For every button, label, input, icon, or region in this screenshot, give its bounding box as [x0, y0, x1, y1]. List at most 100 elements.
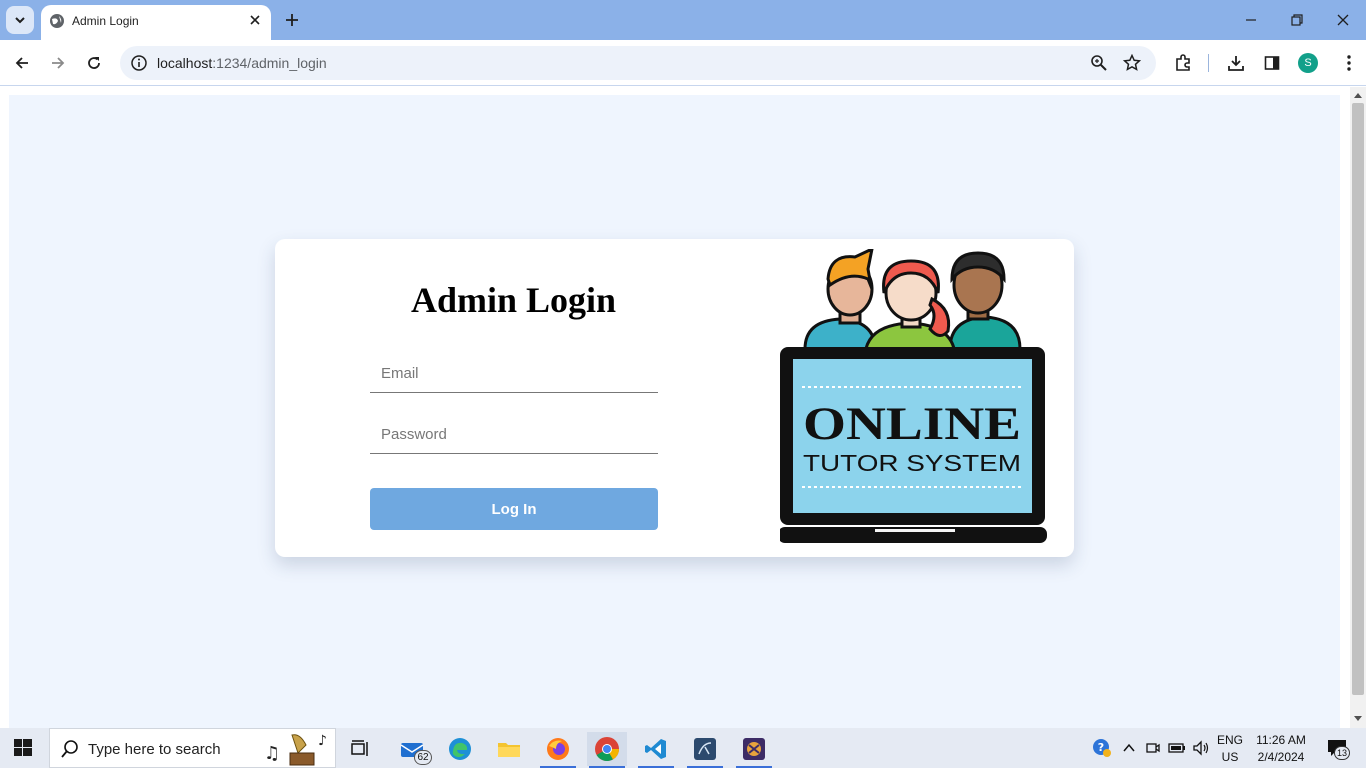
illustration-subtitle: TUTOR SYSTEM [803, 450, 1021, 476]
browser-menu-button[interactable] [1338, 52, 1360, 74]
battery-tray-button[interactable] [1167, 738, 1187, 758]
battery-icon [1168, 743, 1185, 753]
gramophone-icon: ♫ ♪ [264, 733, 327, 766]
globe-icon [50, 14, 64, 28]
search-placeholder: Type here to search [88, 741, 221, 758]
camera-icon [1146, 743, 1160, 753]
mail-badge: 62 [414, 750, 432, 765]
browser-toolbar: localhost:1234/admin_login S [0, 40, 1366, 86]
site-info-icon[interactable] [128, 52, 150, 74]
taskbar-firefox[interactable] [538, 732, 578, 768]
edge-icon [449, 738, 471, 760]
toolbar-divider [1208, 54, 1209, 72]
minimize-button[interactable] [1241, 10, 1261, 30]
search-icon [61, 740, 78, 758]
language-code: ENG [1216, 733, 1243, 747]
student-person-left [803, 249, 877, 351]
bookmark-star-icon[interactable] [1123, 54, 1141, 72]
notification-center-button[interactable]: 13 [1322, 738, 1352, 760]
minimize-icon [1246, 19, 1256, 21]
input-language-button[interactable]: ENG US [1214, 733, 1246, 764]
email-field[interactable] [370, 355, 658, 393]
browser-tab-strip: Admin Login [0, 0, 1366, 40]
chevron-up-icon [1123, 743, 1135, 752]
windows-taskbar: Type here to search ♫ ♪ 62 ? ENG US 11:2… [0, 728, 1366, 768]
windows-start-icon[interactable] [8, 736, 38, 760]
scroll-thumb[interactable] [1352, 103, 1364, 695]
url-path: :1234/admin_login [212, 55, 327, 71]
taskbar-mysql-workbench[interactable] [685, 732, 725, 768]
svg-text:♪: ♪ [318, 733, 327, 749]
student-person-right [948, 251, 1022, 351]
student-person-middle [863, 259, 957, 356]
tab-search-button[interactable] [6, 6, 34, 34]
arrow-right-icon [52, 57, 65, 69]
notification-badge: 13 [1334, 746, 1350, 760]
zoom-icon[interactable] [1090, 54, 1108, 72]
page-title: Admin Login [410, 280, 617, 320]
restore-icon [1291, 14, 1303, 26]
reload-button[interactable] [83, 52, 105, 74]
volume-tray-button[interactable] [1191, 738, 1211, 758]
scroll-down-icon[interactable] [1353, 715, 1363, 723]
puzzle-icon [1176, 54, 1190, 71]
taskbar-vscode[interactable] [636, 732, 676, 768]
clock-time: 11:26 AM [1256, 733, 1306, 747]
downloads-button[interactable] [1225, 52, 1247, 74]
restore-button[interactable] [1287, 10, 1307, 30]
page-background: Admin Login Log In [9, 95, 1340, 728]
clock[interactable]: 11:26 AM 2/4/2024 [1250, 733, 1312, 764]
forward-button[interactable] [47, 52, 69, 74]
close-window-button[interactable] [1333, 10, 1353, 30]
profile-avatar[interactable]: S [1298, 53, 1318, 73]
taskbar-xampp[interactable] [734, 732, 774, 768]
page-scrollbar[interactable] [1350, 87, 1366, 728]
scroll-up-icon[interactable] [1353, 91, 1363, 99]
arrow-left-icon [15, 57, 28, 69]
side-panel-button[interactable] [1261, 52, 1283, 74]
meet-tray-button[interactable] [1143, 738, 1163, 758]
online-tutor-illustration: ONLINE TUTOR SYSTEM [780, 249, 1047, 543]
page-viewport: Admin Login Log In [0, 87, 1366, 728]
region-code: US [1221, 750, 1239, 764]
password-field[interactable] [370, 416, 658, 454]
clock-date: 2/4/2024 [1257, 750, 1305, 764]
task-view-button[interactable] [340, 732, 380, 766]
help-icon: ? [1093, 739, 1111, 757]
address-bar[interactable]: localhost:1234/admin_login [120, 46, 1156, 80]
close-icon [1337, 14, 1349, 26]
speaker-icon [1193, 740, 1209, 756]
folder-icon [498, 743, 520, 757]
side-panel-icon [1264, 56, 1280, 70]
task-view-icon [351, 740, 368, 756]
vscode-icon [645, 739, 666, 759]
close-tab-icon[interactable] [247, 12, 263, 28]
url-text[interactable]: localhost:1234/admin_login [157, 55, 327, 71]
chevron-down-icon [15, 17, 25, 24]
back-button[interactable] [11, 52, 33, 74]
new-tab-icon[interactable] [282, 10, 302, 30]
login-button[interactable]: Log In [370, 488, 658, 530]
url-host: localhost [157, 55, 213, 71]
reload-icon [88, 57, 100, 69]
help-tray-button[interactable]: ? [1092, 738, 1112, 758]
firefox-icon [547, 738, 569, 760]
show-hidden-icons-button[interactable] [1119, 738, 1139, 758]
xampp-icon [743, 738, 765, 760]
illustration-title: ONLINE [803, 398, 1021, 450]
taskbar-mail[interactable]: 62 [392, 732, 432, 766]
laptop-icon: ONLINE TUTOR SYSTEM [780, 347, 1047, 543]
taskbar-chrome[interactable] [587, 732, 627, 768]
taskbar-search[interactable]: Type here to search ♫ ♪ [49, 728, 336, 768]
download-icon [1228, 56, 1244, 71]
taskbar-file-explorer[interactable] [489, 732, 529, 766]
more-vertical-icon [1347, 55, 1351, 71]
browser-tab[interactable]: Admin Login [41, 5, 271, 40]
database-icon [694, 738, 716, 760]
chrome-icon [595, 737, 619, 762]
taskbar-edge[interactable] [440, 732, 480, 766]
svg-text:♫: ♫ [264, 743, 280, 764]
extensions-button[interactable] [1172, 52, 1194, 74]
tab-title: Admin Login [72, 14, 139, 28]
login-card: Admin Login Log In [275, 239, 1074, 557]
